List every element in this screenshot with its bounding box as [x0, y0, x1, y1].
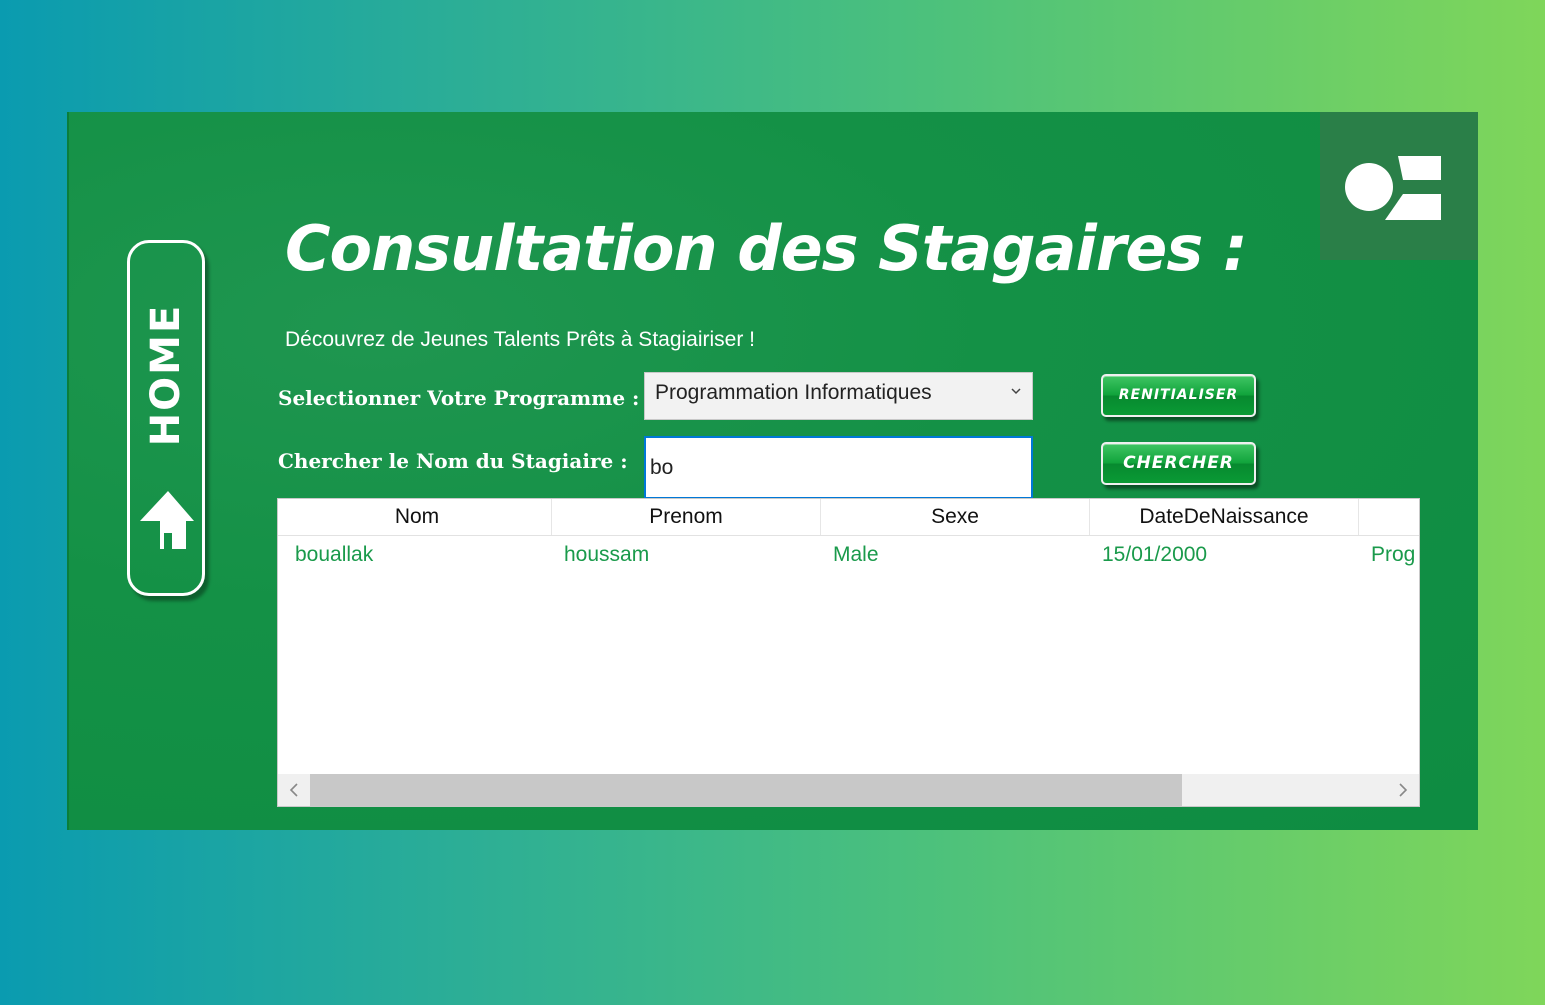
home-button[interactable]: HOME [127, 240, 205, 596]
home-button-label: HOME [143, 303, 189, 447]
search-button[interactable]: CHERCHER [1101, 442, 1256, 485]
table-row[interactable]: bouallak houssam Male 15/01/2000 Prog [278, 537, 1419, 573]
window-edge [67, 112, 69, 830]
search-input[interactable] [644, 436, 1033, 499]
logo [1320, 112, 1478, 260]
scrollbar-thumb[interactable] [310, 774, 1182, 806]
column-header-date-de-naissance[interactable]: DateDeNaissance [1090, 499, 1359, 535]
cell-nom[interactable]: bouallak [283, 537, 552, 573]
ofppt-logo-icon [1345, 156, 1441, 220]
chevron-left-icon[interactable] [284, 780, 304, 800]
cell-sexe[interactable]: Male [821, 537, 1090, 573]
cell-date-de-naissance[interactable]: 15/01/2000 [1090, 537, 1359, 573]
page-title: Consultation des Stagaires : [285, 212, 1248, 285]
app-window: HOME Consultation des Stagaires : Découv… [67, 112, 1478, 830]
column-header-prenom[interactable]: Prenom [552, 499, 821, 535]
cell-prenom[interactable]: houssam [552, 537, 821, 573]
column-header-nom[interactable]: Nom [283, 499, 552, 535]
results-table[interactable]: Nom Prenom Sexe DateDeNaissance bouallak… [277, 498, 1420, 807]
horizontal-scrollbar[interactable] [278, 774, 1419, 806]
chevron-down-icon [1011, 388, 1021, 395]
cell-programme[interactable]: Prog [1359, 537, 1419, 573]
page-subtitle: Découvrez de Jeunes Talents Prêts à Stag… [285, 328, 756, 351]
program-label: Selectionner Votre Programme : [278, 386, 640, 410]
chevron-right-icon[interactable] [1393, 780, 1413, 800]
search-label: Chercher le Nom du Stagiaire : [278, 449, 628, 473]
table-header: Nom Prenom Sexe DateDeNaissance [278, 499, 1419, 536]
reset-button[interactable]: RENITIALISER [1101, 374, 1256, 417]
column-header-programme[interactable] [1359, 499, 1419, 535]
home-arrow-icon [140, 491, 194, 549]
program-select[interactable]: Programmation Informatiques [644, 372, 1033, 420]
column-header-sexe[interactable]: Sexe [821, 499, 1090, 535]
program-select-value: Programmation Informatiques [655, 381, 932, 404]
